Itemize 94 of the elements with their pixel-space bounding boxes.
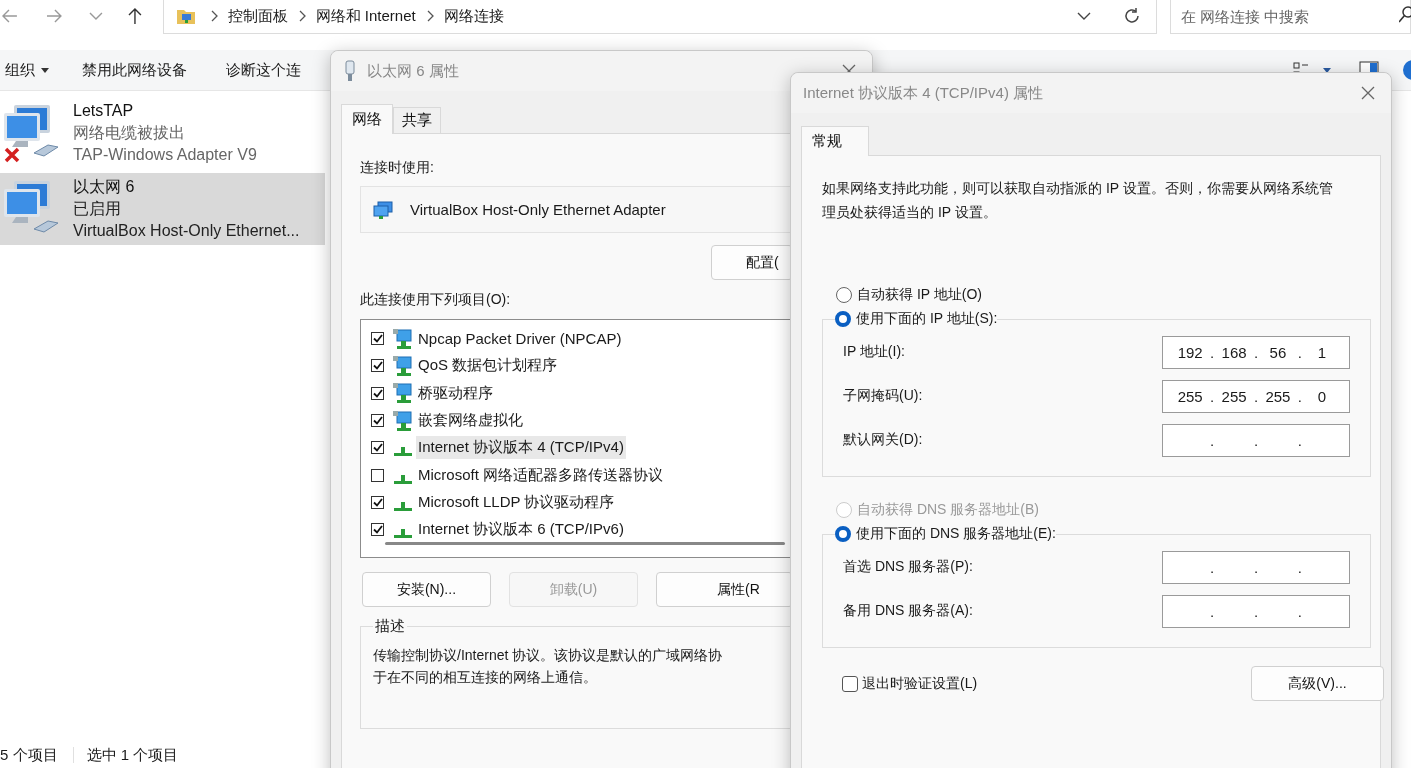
radio-option[interactable]: 使用下面的 IP 地址(S): [835,308,998,330]
field-label: 备用 DNS 服务器(A): [843,602,973,620]
close-icon[interactable] [1361,86,1375,100]
status-text: 选中 1 个项目 [86,745,179,765]
connection-name: LetsTAP [73,101,135,121]
radio-option[interactable]: 自动获得 IP 地址(O) [822,284,1360,306]
protocol-icon [394,474,412,484]
intro-text: 如果网络支持此功能，则可以获取自动指派的 IP 设置。否则，你需要从网络系统管理员处获得适当的 IP 设置。 [822,179,1334,222]
description-text: 传输控制协议/Internet 协议。该协议是默认的广域网络协 [373,646,724,665]
tab[interactable]: 常规 [801,126,869,156]
chevron-right-icon [425,10,434,22]
checkmark-icon [372,361,383,371]
connection-status: 已启用 [73,199,122,219]
field-label: 首选 DNS 服务器(P): [843,558,973,576]
ip-address-field[interactable]: . . . [1162,550,1350,584]
recent-locations-icon[interactable] [88,11,103,21]
breadcrumb-item[interactable]: 控制面板 [227,6,288,26]
caret-icon [41,67,49,73]
adapter-name: VirtualBox Host-Only Ethernet Adapter [410,201,666,218]
radio-option[interactable]: 使用下面的 DNS 服务器地址(E): [835,523,1056,545]
dialog-title: Internet 协议版本 4 (TCP/IPv4) 属性 [803,83,1044,103]
checkmark-icon [372,388,383,398]
menu-button[interactable]: 组织 [0,60,54,80]
checkmark-icon [372,525,383,535]
breadcrumb-item[interactable]: 网络连接 [443,6,504,26]
ethernet-plug-icon [343,60,357,82]
advanced-button[interactable]: 高级(V)... [1251,666,1384,701]
refresh-icon[interactable] [1123,7,1141,25]
checkmark-icon [372,497,383,507]
protocol-icon [394,529,412,539]
toolbar-button[interactable]: 诊断这个连 [221,60,306,80]
checkbox[interactable] [371,441,384,455]
connection-item[interactable]: LetsTAP 网络电缆被拔出 TAP-Windows Adapter V9 [0,97,325,169]
ip-address-field[interactable]: . . . [1162,594,1350,628]
field-label: 此连接使用下列项目(O): [360,290,512,308]
search-icon[interactable] [1399,6,1411,24]
protocol-icon [394,447,412,457]
scrollbar[interactable] [385,542,785,545]
action-button[interactable]: 属性(R [656,572,793,607]
list-item[interactable]: 桥驱动程序 [416,381,495,405]
monitor-icon [392,410,414,431]
field-label: 连接时使用: [360,158,435,176]
list-item[interactable]: Internet 协议版本 6 (TCP/IPv6) [416,518,626,542]
tab[interactable]: 共享 [393,107,441,133]
list-item[interactable]: Internet 协议版本 4 (TCP/IPv4) [416,436,626,460]
group-title: 描述 [374,617,406,636]
field-label: IP 地址(I): [843,343,905,361]
connection-item[interactable]: 以太网 6 已启用 VirtualBox Host-Only Ethernet... [0,173,325,245]
search-field[interactable]: 在 网络连接 中搜索 [1170,0,1411,34]
list-item[interactable]: Microsoft LLDP 协议驱动程序 [416,490,617,514]
breadcrumb-item[interactable]: 网络和 Internet [315,6,416,26]
monitor-icon [392,328,414,349]
dropdown-icon[interactable] [1077,11,1091,21]
checkbox[interactable] [371,468,384,482]
network-folder-icon [175,7,196,25]
checkbox[interactable] [371,414,384,428]
configure-button[interactable]: 配置( [711,245,793,280]
toolbar-button[interactable]: 禁用此网络设备 [77,60,192,80]
connection-name: 以太网 6 [73,177,136,197]
chevron-right-icon [297,10,306,22]
help-icon[interactable] [1401,60,1411,80]
list-item[interactable]: QoS 数据包计划程序 [416,354,560,378]
field-label: 默认网关(D): [843,431,923,449]
checkmark-icon [372,416,383,426]
device-name: VirtualBox Host-Only Ethernet... [73,221,300,241]
protocol-icon [394,501,412,511]
checkbox[interactable] [371,523,384,537]
dialog-title: 以太网 6 属性 [367,61,459,81]
action-button[interactable]: 安装(N)... [362,572,491,607]
field-label: 子网掩码(U): [843,387,923,405]
checkbox[interactable] [371,386,384,400]
tab[interactable]: 网络 [341,104,393,134]
ip-address-field[interactable]: . . . [1162,423,1350,457]
status-text: 5 个项目 [0,745,58,765]
chevron-right-icon [209,10,218,22]
ip-address-field[interactable]: 255 . 255 . 255 . 0 [1162,379,1350,413]
list-item[interactable]: Npcap Packet Driver (NPCAP) [416,328,624,350]
checkmark-icon [372,334,383,344]
checkbox[interactable] [371,359,384,373]
ip-address-field[interactable]: 192 . 168 . 56 . 1 [1162,335,1350,369]
monitor-icon [392,383,414,404]
list-item[interactable]: 嵌套网络虚拟化 [416,409,525,433]
checkmark-icon [372,443,383,453]
connection-status: 网络电缆被拔出 [73,123,186,143]
network-icon [373,200,393,219]
list-item[interactable]: Microsoft 网络适配器多路传送器协议 [416,463,665,487]
checkbox[interactable] [371,332,384,346]
description-text: 于在不同的相互连接的网络上通信。 [373,668,598,687]
checkbox-label: 退出时验证设置(L) [862,674,978,693]
checkbox[interactable] [371,495,384,509]
monitor-icon [392,355,414,376]
device-name: TAP-Windows Adapter V9 [73,145,257,165]
address-bar[interactable]: 控制面板 网络和 Internet 网络连接 [162,0,1157,34]
checkbox[interactable] [842,675,858,692]
